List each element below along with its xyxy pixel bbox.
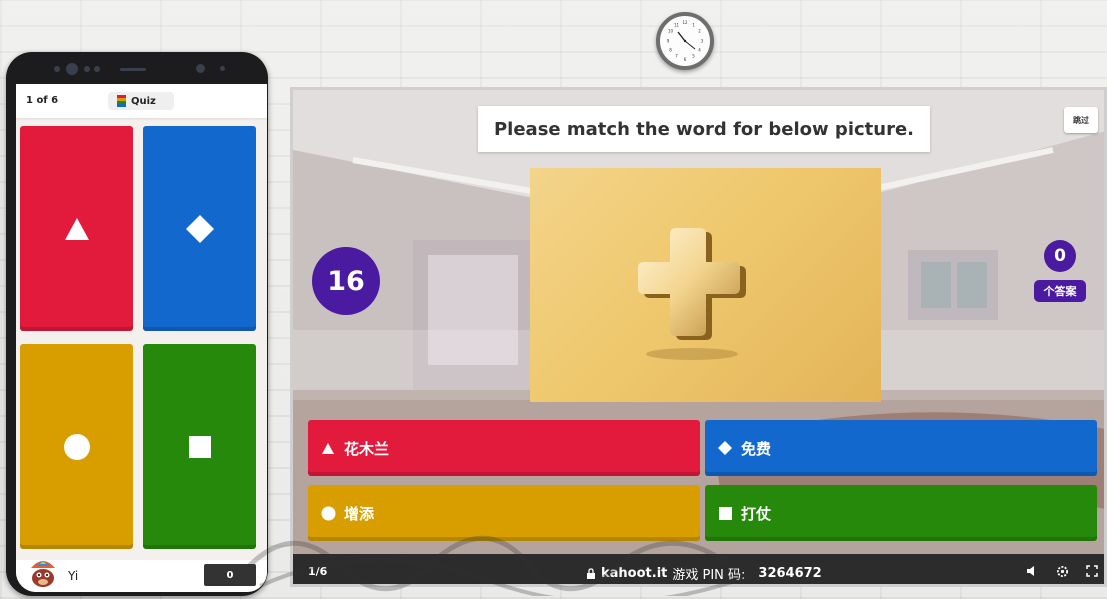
answer-option-red[interactable]: 花木兰 <box>308 420 700 476</box>
answers-label: 个答案 <box>1034 280 1086 302</box>
question-counter: 1 of 6 <box>26 95 59 106</box>
svg-text:11: 11 <box>674 23 680 28</box>
svg-text:7: 7 <box>675 54 678 59</box>
svg-text:3: 3 <box>701 39 704 44</box>
svg-text:12: 12 <box>682 20 688 25</box>
question-image <box>530 168 881 402</box>
svg-text:6: 6 <box>684 57 687 62</box>
answer-option-blue[interactable]: 免费 <box>705 420 1097 476</box>
question-title: Please match the word for below picture. <box>478 106 930 152</box>
countdown-timer: 16 <box>312 247 380 315</box>
phone-header: 1 of 6 Quiz <box>16 84 267 118</box>
triangle-icon <box>320 440 336 456</box>
player-name: Yi <box>68 569 79 583</box>
answer-label: 花木兰 <box>344 439 390 458</box>
answer-tile-diamond[interactable] <box>143 126 256 331</box>
answer-tile-circle[interactable] <box>20 344 133 549</box>
diamond-icon <box>185 214 214 243</box>
volume-icon[interactable] <box>1025 564 1039 578</box>
skip-button[interactable]: 跳过 <box>1064 107 1098 133</box>
wall-clock: 12 1 2 345 678 9 10 11 <box>656 12 714 70</box>
answer-tile-triangle[interactable] <box>20 126 133 331</box>
svg-text:10: 10 <box>668 29 674 34</box>
quiz-mode-badge: Quiz <box>108 92 174 110</box>
triangle-icon <box>64 217 89 240</box>
svg-text:1: 1 <box>692 23 695 28</box>
quiz-mode-label: Quiz <box>131 95 156 107</box>
svg-text:5: 5 <box>692 54 695 59</box>
player-avatar <box>31 561 55 587</box>
answers-count: 0 <box>1044 240 1076 272</box>
svg-text:4: 4 <box>698 48 701 53</box>
phone-notch <box>6 52 268 86</box>
watermark-scribble <box>238 535 751 596</box>
diamond-icon <box>717 440 733 456</box>
player-phone: 1 of 6 Quiz Yi 0 <box>6 52 268 596</box>
settings-gear-icon[interactable] <box>1055 564 1069 578</box>
square-icon <box>188 435 211 458</box>
svg-text:2: 2 <box>698 29 701 34</box>
circle-icon <box>63 433 90 460</box>
fullscreen-icon[interactable] <box>1085 564 1099 578</box>
svg-text:8: 8 <box>669 48 672 53</box>
answer-label: 免费 <box>741 439 772 458</box>
svg-text:9: 9 <box>667 39 670 44</box>
quiz-icon <box>117 95 126 107</box>
